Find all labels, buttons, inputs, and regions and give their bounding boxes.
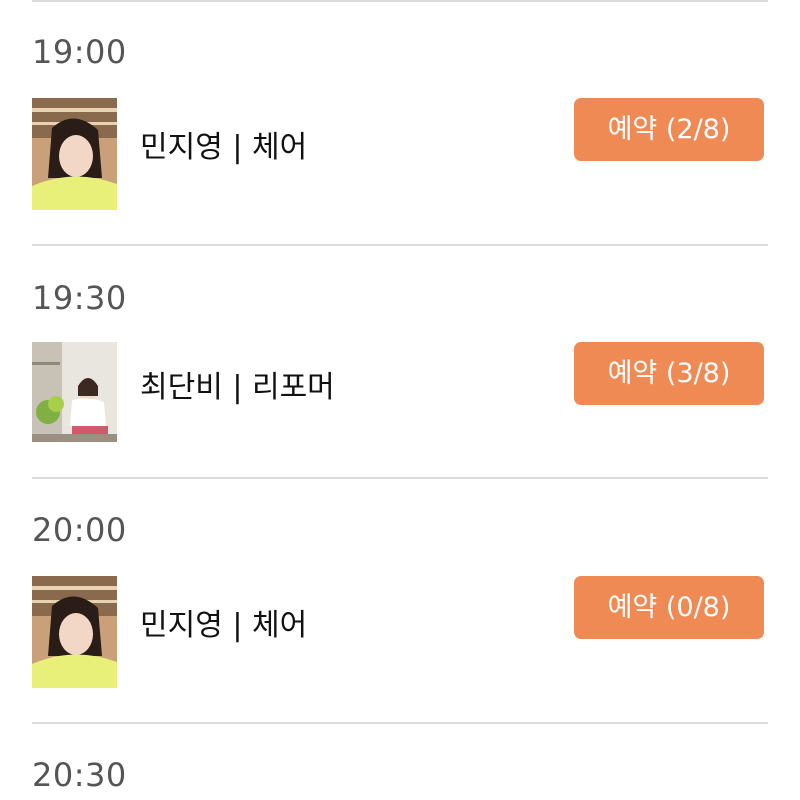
divider (32, 722, 768, 724)
class-row: 민지영 | 체어 예약 (0/8) (32, 576, 768, 688)
instructor-avatar (32, 342, 117, 442)
divider (32, 477, 768, 479)
slot-time: 20:00 (32, 511, 127, 549)
reserve-button[interactable]: 예약 (2/8) (574, 98, 764, 161)
reserve-button[interactable]: 예약 (3/8) (574, 342, 764, 405)
instructor-name: 민지영 | 체어 (140, 608, 308, 643)
slot-time: 19:00 (32, 33, 127, 71)
time-slot: 19:00 민지영 | 체어 예약 (2/8) (0, 32, 800, 212)
slot-time: 20:30 (32, 756, 127, 794)
instructor-avatar (32, 576, 117, 688)
reserve-button[interactable]: 예약 (0/8) (574, 576, 764, 639)
class-schedule-list: 19:00 민지영 | 체어 예약 (2/8) 19:30 최단비 | 리포머 … (0, 0, 800, 800)
class-row: 민지영 | 체어 예약 (2/8) (32, 98, 768, 210)
divider (32, 0, 768, 2)
time-slot: 19:30 최단비 | 리포머 예약 (3/8) (0, 278, 800, 458)
instructor-avatar (32, 98, 117, 210)
divider (32, 244, 768, 246)
time-slot: 20:30 (0, 755, 800, 800)
class-row: 최단비 | 리포머 예약 (3/8) (32, 342, 768, 454)
slot-time: 19:30 (32, 279, 127, 317)
time-slot: 20:00 민지영 | 체어 예약 (0/8) (0, 510, 800, 690)
instructor-name: 민지영 | 체어 (140, 130, 308, 165)
instructor-name: 최단비 | 리포머 (140, 370, 335, 405)
